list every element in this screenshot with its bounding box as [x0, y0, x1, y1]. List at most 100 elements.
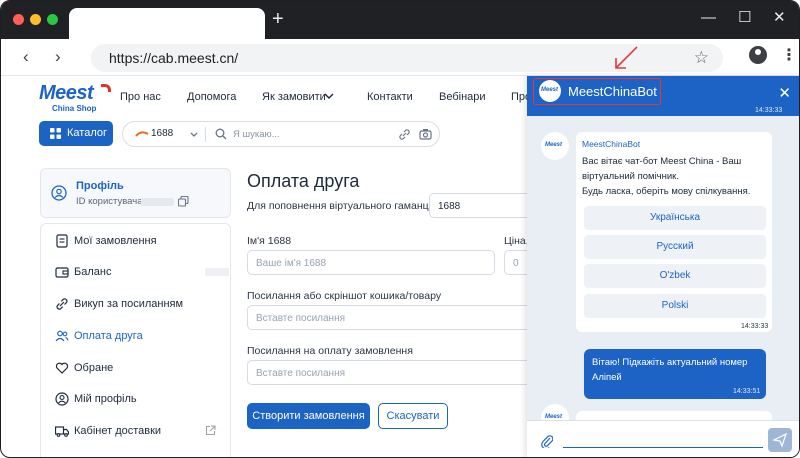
browser-titlebar: + — ☐ ✕: [1, 1, 799, 39]
account-avatar-icon[interactable]: [749, 46, 767, 64]
orders-icon: [56, 234, 68, 248]
page-title: Оплата друга: [247, 171, 360, 191]
language-prompt: Будь ласка, оберіть мову спілкування.: [582, 186, 751, 197]
lang-polish-button[interactable]: Polski: [584, 294, 766, 318]
copy-icon[interactable]: [178, 196, 189, 207]
forward-icon[interactable]: ›: [55, 48, 61, 66]
sidebar-item-orders[interactable]: Мої замовлення: [55, 232, 225, 252]
sidebar-item-delivery-cabinet[interactable]: Кабінет доставки: [55, 422, 225, 442]
bot-message: MeestChinaBot Вас вітає чат-бот Meest Ch…: [576, 132, 772, 332]
nav-about[interactable]: Про нас: [120, 91, 161, 103]
send-button[interactable]: [768, 428, 792, 452]
profile-icon: [51, 185, 67, 201]
maximize-button[interactable]: ☐: [738, 9, 751, 27]
browser-tab[interactable]: [69, 8, 265, 39]
close-icon[interactable]: ✕: [778, 84, 791, 102]
search-divider: [205, 127, 206, 142]
friends-icon: [55, 330, 69, 342]
sidebar-item-label: Викуп за посиланням: [74, 298, 184, 310]
cancel-button[interactable]: Скасувати: [378, 403, 448, 429]
message-input[interactable]: [563, 447, 763, 448]
cart-link-placeholder: Вставте посилання: [256, 313, 346, 324]
chevron-down-icon[interactable]: [190, 132, 198, 138]
wallet-label: Для поповнення віртуального гаманця: [247, 200, 435, 212]
lang-ukrainian-button[interactable]: Українська: [584, 206, 766, 230]
paperclip-icon[interactable]: [541, 434, 553, 448]
annotation-arrow-icon: [615, 46, 638, 69]
camera-icon[interactable]: [419, 128, 432, 140]
new-tab-button[interactable]: +: [272, 9, 284, 29]
nav-how-to-order[interactable]: Як замовити: [262, 91, 326, 103]
name-field[interactable]: Ваше ім'я 1688: [247, 250, 495, 275]
wallet-icon: [55, 267, 69, 278]
back-icon[interactable]: ‹: [23, 48, 29, 66]
create-order-button[interactable]: Створити замовлення: [247, 403, 370, 429]
price-label: Ціна,: [504, 235, 529, 247]
search-icon: [215, 128, 227, 140]
minimize-window-dot[interactable]: [30, 14, 41, 25]
search-source-select[interactable]: 1688: [151, 128, 173, 139]
cart-link-label: Посилання або скріншот кошика/товару: [247, 290, 442, 302]
address-bar-row: ‹ › https://cab.meest.cn/ ☆: [1, 39, 799, 76]
nav-webinars[interactable]: Вебінари: [439, 91, 486, 103]
truck-icon: [55, 426, 69, 437]
minimize-button[interactable]: —: [701, 9, 716, 27]
close-button[interactable]: ✕: [773, 9, 786, 27]
payment-link-field[interactable]: Вставте посилання: [247, 360, 537, 385]
sidebar-item-label: Оплата друга: [74, 330, 143, 342]
search-input[interactable]: Я шукаю...: [233, 129, 280, 140]
sidebar-item-favorites[interactable]: Обране: [55, 359, 225, 379]
logo-text: Meest: [39, 82, 94, 104]
cart-link-field[interactable]: Вставте посилання: [247, 305, 537, 330]
sidebar-item-balance[interactable]: Баланс: [55, 263, 229, 283]
bot-name: MeestChinaBot: [582, 139, 641, 149]
menu-kebab-icon[interactable]: ⋮: [781, 45, 797, 65]
sidebar-item-my-profile[interactable]: Мій профіль: [55, 390, 225, 410]
bot-avatar: Meest: [541, 132, 569, 160]
grid-icon: [50, 128, 61, 139]
user-icon: [55, 392, 69, 406]
bookmark-star-icon[interactable]: ☆: [694, 48, 709, 68]
profile-title[interactable]: Профіль: [76, 180, 124, 192]
chat-input-bar: [527, 420, 799, 457]
nav-contacts[interactable]: Контакти: [367, 91, 413, 103]
zoom-window-dot[interactable]: [47, 14, 58, 25]
close-window-dot[interactable]: [13, 14, 24, 25]
message-time: 14:33:33: [741, 323, 769, 330]
1688-logo-icon: [135, 131, 149, 137]
sidebar-item-friend-payment[interactable]: Оплата друга: [55, 327, 225, 347]
user-message-text: Вітаю! Підкажіть актуальний номер Аліпей: [592, 357, 748, 383]
sidebar-item-buyout-link[interactable]: Викуп за посиланням: [55, 295, 225, 315]
sidebar-item-label: Кабінет доставки: [74, 425, 162, 437]
lang-uzbek-button[interactable]: O'zbek: [584, 264, 766, 288]
external-link-icon: [205, 425, 216, 436]
url-text: https://cab.meest.cn/: [109, 50, 239, 66]
link-icon[interactable]: [398, 128, 411, 141]
price-field-value: 0: [513, 258, 519, 269]
catalog-button[interactable]: Каталог: [39, 121, 113, 146]
sidebar-menu: Мої замовлення Баланс Викуп за посилання…: [40, 223, 231, 457]
bot-avatar: Meest: [539, 80, 561, 102]
nav-help[interactable]: Допомога: [187, 91, 236, 103]
sidebar-item-label: Мої замовлення: [74, 235, 157, 247]
send-icon: [773, 433, 787, 447]
logo-mark-icon: [101, 84, 111, 92]
wallet-select[interactable]: 1688: [429, 193, 539, 218]
link-icon: [56, 298, 68, 310]
balance-value-blurred: [205, 268, 229, 276]
user-message: Вітаю! Підкажіть актуальний номер Аліпей…: [584, 349, 766, 399]
sidebar-item-label: Баланс: [74, 266, 112, 278]
site-logo[interactable]: Meest China Shop: [39, 82, 111, 113]
chevron-down-icon[interactable]: [324, 93, 334, 100]
search-bar[interactable]: 1688 Я шукаю...: [122, 121, 440, 147]
lang-russian-button[interactable]: Русский: [584, 235, 766, 259]
logo-subtitle: China Shop: [52, 104, 97, 113]
profile-card[interactable]: Профіль ID користувача:: [40, 168, 231, 218]
payment-link-placeholder: Вставте посилання: [256, 368, 346, 379]
name-field-placeholder: Ваше ім'я 1688: [256, 258, 327, 269]
payment-link-label: Посилання на оплату замовлення: [247, 345, 413, 357]
message-time: 14:33:51: [733, 388, 761, 395]
user-id-value-blurred: [141, 198, 174, 206]
catalog-label: Каталог: [67, 127, 107, 139]
heart-icon: [55, 362, 69, 374]
